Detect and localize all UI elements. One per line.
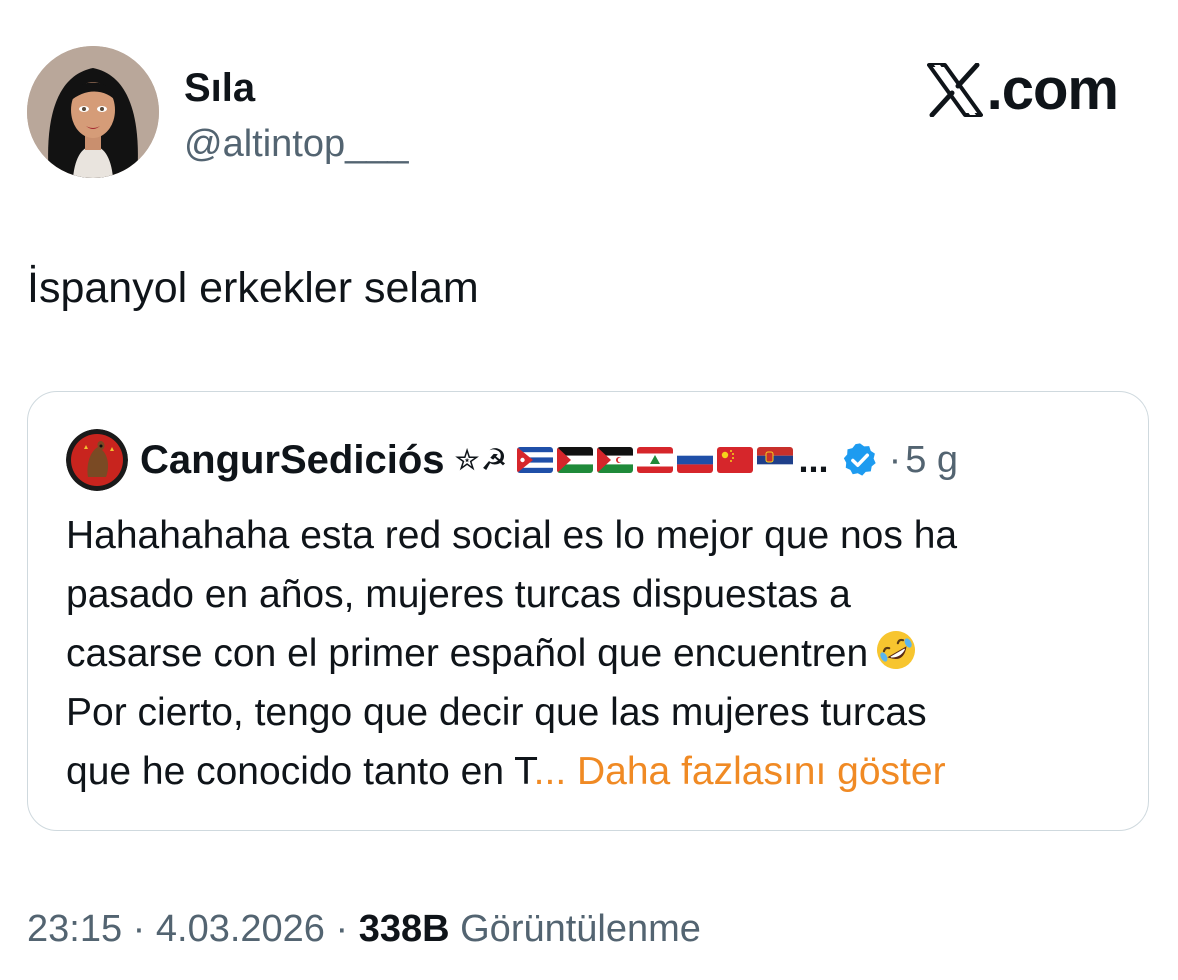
meta-separator: · [335, 908, 349, 950]
kangaroo-avatar-icon [66, 429, 128, 491]
views-label[interactable]: Görüntülenme [460, 908, 701, 950]
lebanon-flag-icon [636, 447, 673, 473]
x-logo-icon [926, 63, 983, 117]
quoted-author-symbols: ✮☭ [454, 442, 509, 478]
russia-flag-icon [676, 447, 713, 473]
rolling-on-floor-laughing-emoji [877, 631, 916, 669]
meta-separator: · [132, 908, 146, 950]
author-handle[interactable]: @altintop___ [184, 122, 409, 166]
tweet-text: İspanyol erkekler selam [27, 264, 479, 312]
china-flag-icon [716, 447, 753, 473]
quoted-text-line: casarse con el primer español que encuen… [66, 632, 869, 675]
views-count[interactable]: 338B [359, 908, 450, 950]
quoted-author-name[interactable]: CangurSediciós [140, 436, 445, 484]
serbia-flag-icon [756, 447, 793, 473]
quoted-tweet-card[interactable]: CangurSediciós ✮☭ ... · 5 g Hahahahaha e… [27, 391, 1149, 831]
quoted-tweet-header: CangurSediciós ✮☭ ... · 5 g [66, 429, 958, 491]
cuba-flag-icon [516, 447, 553, 473]
quoted-text-line: pasado en años, mujeres turcas dispuesta… [66, 573, 851, 616]
flag-emoji-list [516, 447, 797, 473]
header-separator: · [888, 438, 902, 481]
quoted-text-line: que he conocido tanto en T [66, 750, 534, 793]
tweet-meta: 23:15 · 4.03.2026 · 338B Görüntülenme [27, 904, 701, 954]
name-ellipsis: ... [798, 439, 829, 480]
tweet-time[interactable]: 23:15 [27, 908, 122, 950]
quoted-text-last-line: que he conocido tanto en T... Daha fazla… [66, 742, 1126, 801]
sahrawi-flag-icon [596, 447, 633, 473]
palestine-flag-icon [556, 447, 593, 473]
quoted-author-avatar[interactable] [66, 429, 128, 491]
brand-text: .com [986, 57, 1119, 122]
show-more-link[interactable]: ... Daha fazlasını göster [534, 750, 946, 793]
author-avatar[interactable] [27, 46, 159, 178]
quoted-tweet-text: Hahahahaha esta red social es lo mejor q… [66, 506, 1126, 801]
avatar-illustration [27, 46, 159, 178]
quoted-text-line-with-emoji: casarse con el primer español que encuen… [66, 624, 1126, 683]
quoted-text-line: Hahahahaha esta red social es lo mejor q… [66, 514, 958, 557]
quoted-text-line: Por cierto, tengo que decir que las muje… [66, 691, 927, 734]
quoted-tweet-time[interactable]: 5 g [905, 439, 958, 482]
brand-logo: .com [926, 57, 1119, 123]
verified-badge-icon[interactable] [841, 441, 879, 479]
tweet-date[interactable]: 4.03.2026 [156, 908, 325, 950]
author-display-name[interactable]: Sıla [184, 66, 255, 110]
